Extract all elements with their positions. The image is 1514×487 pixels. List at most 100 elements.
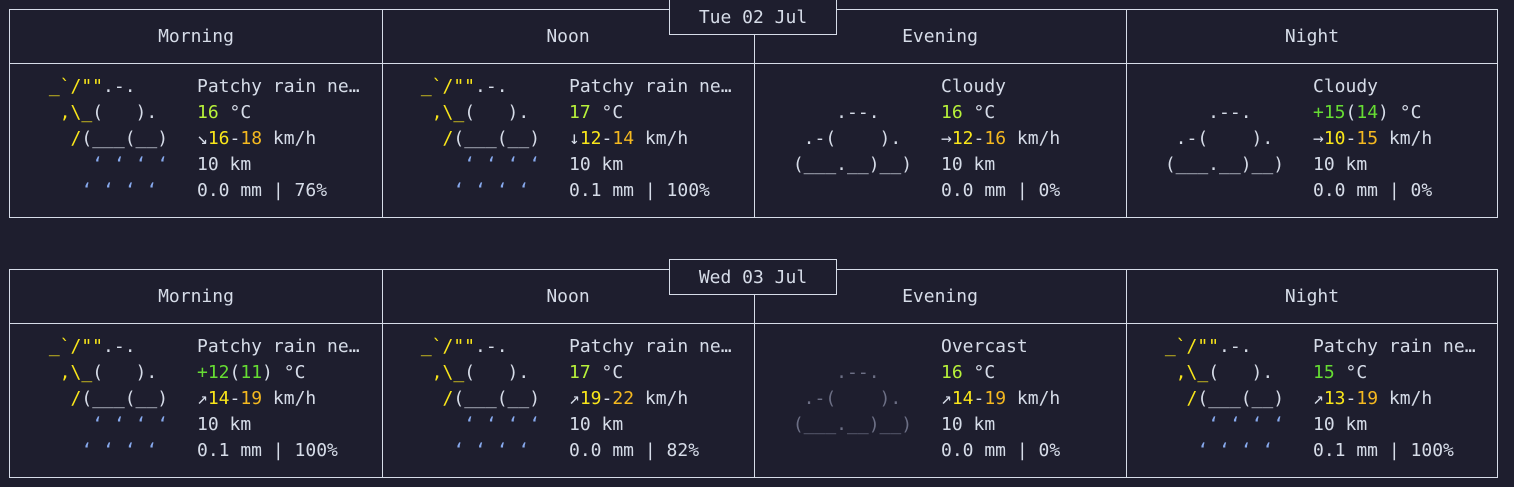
icon-glyph: ( ). xyxy=(464,362,551,383)
wind: →10-15 km/h xyxy=(1313,126,1432,152)
wind-sep: - xyxy=(1345,388,1357,409)
icon-glyph: ʻ ʻ ʻ ʻ xyxy=(1154,414,1295,435)
rain-cloud-icon: _`/"".-. ,\_( ). /(___(__) ʻ ʻ ʻ ʻ ʻ ʻ ʻ… xyxy=(38,74,179,204)
icon-glyph: _`/"" xyxy=(410,336,476,357)
visibility: 10 km xyxy=(569,414,624,435)
temperature-value: 16 xyxy=(197,102,219,123)
visibility: 10 km xyxy=(197,154,252,175)
period-label: Morning xyxy=(158,286,234,307)
visibility: 10 km xyxy=(1313,414,1368,435)
visibility: 10 km xyxy=(1313,154,1368,175)
paren: ) xyxy=(262,362,273,383)
cloud-icon: .--. .-( ). (___.__)__) xyxy=(782,74,923,204)
cloud-icon: .--. .-( ). (___.__)__) xyxy=(1154,74,1295,204)
wind-unit: km/h xyxy=(634,128,689,149)
temperature-value: +12 xyxy=(197,362,230,383)
icon-glyph: (___(__) xyxy=(1197,388,1295,409)
wind: ↓12-14 km/h xyxy=(569,126,732,152)
temperature: 17 °C xyxy=(569,360,732,386)
paren: ( xyxy=(1345,102,1357,123)
wind: ↘16-18 km/h xyxy=(197,126,360,152)
forecast-details: Patchy rain ne… 15 °C ↗13-19 km/h 10 km 0.1 … xyxy=(1313,334,1476,464)
icon-glyph: ( ). xyxy=(92,102,179,123)
day-block: Morning Noon Evening Night _`/"".-. ,\_( ).… xyxy=(9,9,1498,218)
icon-glyph: _`/"" xyxy=(410,76,476,97)
overcast-icon: .--. .-( ). (___.__)__) xyxy=(782,334,923,464)
icon-glyph: ,\_ xyxy=(410,102,465,123)
icon-glyph xyxy=(782,440,923,461)
icon-glyph: (___.__)__) xyxy=(782,154,923,175)
icon-glyph: .-. xyxy=(103,336,179,357)
temperature: 17 °C xyxy=(569,100,732,126)
icon-glyph: (___.__)__) xyxy=(782,414,923,435)
wind-direction-icon: ↘ xyxy=(197,128,208,149)
icon-glyph xyxy=(782,180,923,201)
wind-min: 10 xyxy=(1323,128,1346,149)
icon-glyph: / xyxy=(410,128,454,149)
wind-direction-icon: ↗ xyxy=(1313,388,1324,409)
wind-max: 18 xyxy=(240,128,263,149)
icon-glyph: .-( ). xyxy=(1154,128,1295,149)
forecast-details: Patchy rain ne… 17 °C ↓12-14 km/h 10 km 0.1 … xyxy=(569,74,732,204)
period-label: Morning xyxy=(158,26,234,47)
period-label: Night xyxy=(1284,26,1340,47)
wind-min: 14 xyxy=(951,388,974,409)
icon-glyph: _`/"" xyxy=(1154,336,1220,357)
forecast-cell: _`/"".-. ,\_( ). /(___(__) ʻ ʻ ʻ ʻ ʻ ʻ ʻ… xyxy=(382,323,754,477)
icon-glyph: / xyxy=(410,388,454,409)
precipitation: 0.0 mm | 0% xyxy=(1313,180,1433,201)
icon-glyph: ,\_ xyxy=(1154,362,1209,383)
precipitation: 0.1 mm | 100% xyxy=(197,440,338,461)
temperature-unit: °C xyxy=(962,102,996,123)
temperature: +12(11) °C xyxy=(197,360,360,386)
temperature-value: 16 xyxy=(941,102,963,123)
condition-text: Patchy rain ne… xyxy=(1313,336,1476,357)
forecast-cell: _`/"".-. ,\_( ). /(___(__) ʻ ʻ ʻ ʻ ʻ ʻ ʻ… xyxy=(10,63,382,217)
temperature-unit: °C xyxy=(272,362,306,383)
paren: ) xyxy=(1378,102,1389,123)
icon-glyph: ʻ ʻ ʻ ʻ xyxy=(38,440,179,461)
condition-text: Overcast xyxy=(941,336,1028,357)
condition-text: Patchy rain ne… xyxy=(569,76,732,97)
icon-glyph: ʻ ʻ ʻ ʻ xyxy=(38,414,179,435)
temperature: 15 °C xyxy=(1313,360,1476,386)
wind-sep: - xyxy=(973,388,985,409)
temperature-value: 17 xyxy=(569,102,591,123)
precipitation: 0.0 mm | 82% xyxy=(569,440,700,461)
wind: ↗14-19 km/h xyxy=(941,386,1060,412)
icon-glyph: .-. xyxy=(1219,336,1295,357)
visibility: 10 km xyxy=(941,154,996,175)
feels-like-value: 14 xyxy=(1356,102,1379,123)
paren: ( xyxy=(229,362,241,383)
icon-glyph: ʻ ʻ ʻ ʻ xyxy=(38,154,179,175)
period-label: Night xyxy=(1284,286,1340,307)
icon-glyph: .-( ). xyxy=(782,128,923,149)
wind-min: 14 xyxy=(207,388,230,409)
rain-cloud-icon: _`/"".-. ,\_( ). /(___(__) ʻ ʻ ʻ ʻ ʻ ʻ ʻ… xyxy=(38,334,179,464)
wind-max: 22 xyxy=(612,388,635,409)
icon-glyph: ʻ ʻ ʻ ʻ xyxy=(410,414,551,435)
wind-unit: km/h xyxy=(1006,388,1061,409)
condition-text: Patchy rain ne… xyxy=(197,336,360,357)
temperature-unit: °C xyxy=(1388,102,1422,123)
wind-min: 19 xyxy=(579,388,602,409)
icon-glyph: .-. xyxy=(475,76,551,97)
icon-glyph: .-( ). xyxy=(782,388,923,409)
condition-text: Patchy rain ne… xyxy=(197,76,360,97)
wind-direction-icon: ↗ xyxy=(197,388,208,409)
temperature: 16 °C xyxy=(941,360,1060,386)
forecast-cell: .--. .-( ). (___.__)__) Overcast 16 °C ↗14… xyxy=(754,323,1126,477)
temperature-value: 15 xyxy=(1313,362,1335,383)
wind-sep: - xyxy=(601,388,613,409)
icon-glyph: ʻ ʻ ʻ ʻ xyxy=(38,180,179,201)
icon-glyph: ʻ ʻ ʻ ʻ xyxy=(1154,440,1295,461)
wind-max: 19 xyxy=(1356,388,1379,409)
icon-glyph: ( ). xyxy=(92,362,179,383)
wind-sep: - xyxy=(973,128,985,149)
wind-min: 13 xyxy=(1323,388,1346,409)
icon-glyph: ,\_ xyxy=(38,102,93,123)
day-block: Morning Noon Evening Night _`/"".-. ,\_( ).… xyxy=(9,269,1498,478)
wind-sep: - xyxy=(601,128,613,149)
wind-min: 12 xyxy=(951,128,974,149)
wind-max: 14 xyxy=(612,128,635,149)
